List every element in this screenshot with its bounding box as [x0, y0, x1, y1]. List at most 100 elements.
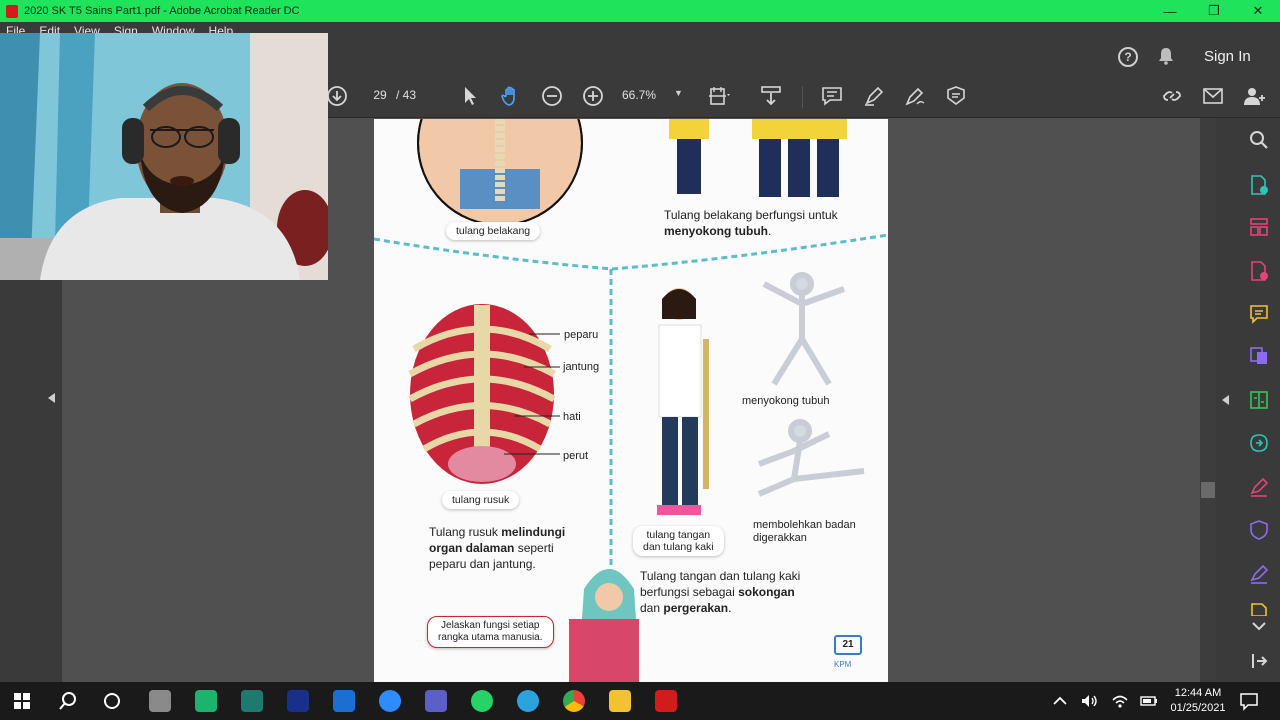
close-button[interactable]: ✕	[1236, 3, 1280, 19]
rib-label-stomach: perut	[563, 450, 589, 462]
rib-label-heart: jantung	[563, 361, 600, 373]
android-app-icon[interactable]	[195, 690, 217, 712]
spine-text-line2: menyokong tubuh.	[664, 224, 771, 239]
girl-caption-2: dan tulang kaki	[643, 541, 714, 553]
limb-text-2b: sokongan	[738, 585, 795, 599]
compare-files-icon[interactable]	[1248, 389, 1270, 411]
clock-time: 12:44 AM	[1174, 687, 1222, 699]
volume-icon[interactable]	[1078, 690, 1100, 712]
zoom-out-icon[interactable]	[540, 84, 564, 108]
acrobat-taskbar-icon[interactable]	[655, 690, 677, 712]
girl-caption: tulang tangan dan tulang kaki	[633, 526, 724, 556]
stamp-tool-icon[interactable]	[944, 84, 968, 108]
acrobat-icon	[6, 4, 18, 18]
skeleton2-caption-1: membolehkan badan	[753, 519, 856, 531]
spine-caption: tulang belakang	[446, 222, 541, 240]
girl-illustration	[657, 288, 709, 515]
wifi-icon[interactable]	[1109, 690, 1131, 712]
select-cursor-icon[interactable]	[458, 84, 482, 108]
draw-tool-icon[interactable]	[903, 84, 927, 108]
teams-icon[interactable]	[425, 690, 447, 712]
calculator-app-icon[interactable]	[149, 690, 171, 712]
collapse-right-pane-icon[interactable]	[1222, 395, 1229, 405]
minimize-button[interactable]: —	[1148, 4, 1192, 19]
sign-in-button[interactable]: Sign In	[1204, 48, 1251, 65]
rib-caption: tulang rusuk	[442, 491, 520, 509]
spine-text-end: .	[768, 224, 772, 238]
more-tools-icon[interactable]	[1248, 602, 1270, 616]
rib-text-2a: organ dalaman	[429, 541, 515, 555]
screen: 2020 SK T5 Sains Part1.pdf - Adobe Acrob…	[0, 0, 1280, 720]
help-icon[interactable]: ?	[1118, 47, 1138, 67]
mail-icon[interactable]	[333, 690, 355, 712]
email-icon[interactable]	[1201, 84, 1225, 108]
expand-left-panel-icon[interactable]	[48, 393, 55, 403]
title-bar: 2020 SK T5 Sains Part1.pdf - Adobe Acrob…	[0, 0, 1280, 22]
zoom-app-icon[interactable]	[379, 690, 401, 712]
search-icon[interactable]	[1248, 129, 1270, 151]
scrollbar-thumb[interactable]	[1201, 482, 1215, 498]
fit-page-icon[interactable]	[707, 84, 731, 108]
limb-text-3a: dan	[640, 601, 664, 615]
standing-people-illustration	[669, 119, 847, 197]
page-number-input[interactable]: 29	[368, 88, 392, 102]
skeleton-standing-illustration	[762, 272, 846, 386]
file-explorer-icon[interactable]	[609, 690, 631, 712]
rib-text-line3: peparu dan jantung.	[429, 557, 536, 571]
search-icon[interactable]	[57, 690, 79, 712]
hand-tool-icon[interactable]	[499, 84, 523, 108]
battery-icon[interactable]	[1138, 690, 1160, 712]
comment-icon[interactable]	[820, 84, 844, 108]
send-for-review-icon[interactable]	[1248, 432, 1270, 454]
zoom-in-icon[interactable]	[581, 84, 605, 108]
telegram-icon[interactable]	[517, 690, 539, 712]
create-pdf-icon[interactable]	[1248, 174, 1270, 196]
rib-label-liver: hati	[563, 411, 581, 423]
whatsapp-icon[interactable]	[471, 690, 493, 712]
certificate-icon[interactable]	[1248, 563, 1270, 585]
teacher-illustration	[569, 569, 639, 682]
vertical-scrollbar[interactable]	[1200, 118, 1216, 682]
speech-bubble: Jelaskan fungsi setiap rangka utama manus…	[427, 616, 554, 648]
combine-files-icon[interactable]	[1248, 345, 1270, 367]
export-pdf-icon[interactable]	[1248, 260, 1270, 282]
rib-text-2b: seperti	[514, 541, 554, 555]
link-icon[interactable]	[1160, 84, 1184, 108]
chevron-down-icon[interactable]	[1248, 617, 1270, 635]
limb-text-2a: berfungsi sebagai	[640, 585, 739, 599]
rib-cage-illustration	[408, 304, 560, 484]
protect-icon[interactable]	[1248, 519, 1270, 541]
comment-tool-icon[interactable]	[1248, 303, 1270, 325]
bell-icon[interactable]	[1158, 47, 1174, 65]
publisher-icon[interactable]	[287, 690, 309, 712]
chevron-up-icon[interactable]	[1049, 690, 1071, 712]
cortana-icon[interactable]	[101, 690, 123, 712]
zoom-dropdown-icon[interactable]: ▼	[674, 88, 683, 98]
clock-date: 01/25/2021	[1170, 702, 1226, 714]
rib-text-line2: organ dalaman seperti	[429, 541, 554, 556]
spine-text-bold: menyokong tubuh	[664, 224, 768, 238]
scroll-mode-icon[interactable]	[759, 84, 783, 108]
fill-sign-icon[interactable]	[1248, 476, 1270, 498]
add-user-icon[interactable]	[1242, 84, 1266, 108]
limb-text-3b: pergerakan	[663, 601, 729, 615]
next-page-icon[interactable]	[325, 84, 349, 108]
skeleton1-caption: menyokong tubuh	[742, 395, 830, 407]
notification-icon[interactable]	[1238, 690, 1260, 712]
collapse-pane-icon[interactable]	[1248, 650, 1270, 672]
spine-text-line1: Tulang belakang berfungsi untuk	[664, 208, 838, 222]
rib-text-1a: Tulang rusuk	[429, 525, 502, 539]
zoom-level[interactable]: 66.7%	[622, 88, 656, 102]
girl-caption-1: tulang tangan	[646, 529, 711, 541]
skeleton-kicking-illustration	[757, 419, 865, 497]
windows-start-icon[interactable]	[11, 690, 33, 712]
page-number-badge: 21	[834, 635, 862, 655]
organize-pages-icon[interactable]	[1248, 216, 1270, 238]
highlight-pen-icon[interactable]	[862, 84, 886, 108]
limb-text-line3: dan pergerakan.	[640, 601, 731, 616]
maximize-button[interactable]: ❐	[1192, 3, 1236, 19]
chrome-icon[interactable]	[563, 690, 585, 712]
media-player-icon[interactable]	[241, 690, 263, 712]
toolbar-separator	[802, 86, 803, 108]
system-clock[interactable]: 12:44 AM 01/25/2021	[1166, 686, 1230, 716]
